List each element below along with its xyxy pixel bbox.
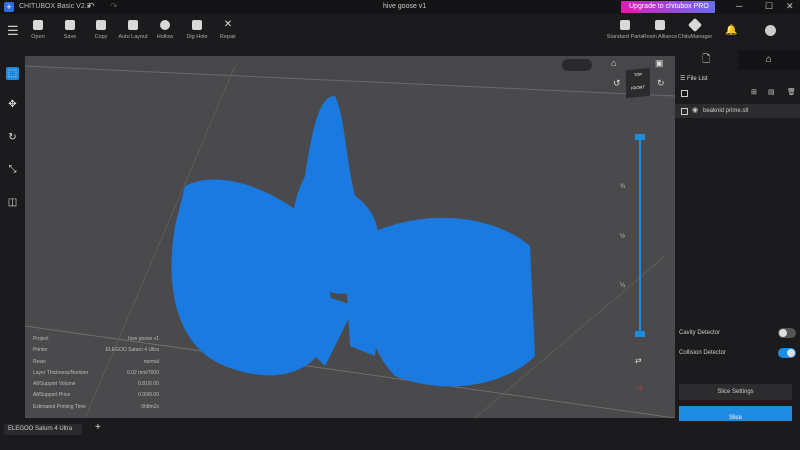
view-cube-top[interactable]: TOP [626, 71, 650, 79]
chitumanager-icon [687, 17, 703, 33]
collision-detector-toggle[interactable] [778, 348, 796, 358]
upgrade-button[interactable]: Upgrade to chitubox PRO [621, 1, 715, 13]
save-file-icon[interactable]: ▤ [768, 88, 775, 96]
home-view-icon[interactable]: ⌂ [611, 58, 616, 68]
tab-supports[interactable]: ⌂ [737, 50, 800, 70]
toolbar: ☰ Open Save Copy Auto Layout Hollow Dig … [0, 14, 800, 49]
parts-icon [620, 20, 630, 30]
file-list-title: File List [687, 76, 708, 82]
move-tool-icon[interactable]: ✥ [6, 98, 19, 111]
info-value: 0.02 mm/7000 [127, 369, 159, 376]
printer-tab[interactable]: ELEGOO Saturn 4 Ultra [4, 424, 82, 435]
eye-icon[interactable]: ◉ [692, 104, 698, 118]
collision-detector-row: Collision Detector [679, 348, 796, 358]
slider-mark: ¾ [620, 184, 626, 190]
tool-label: ChituManager [677, 34, 713, 40]
app-logo-icon: + [4, 2, 14, 12]
info-label: Project [33, 336, 49, 342]
list-icon: ☰ [680, 76, 688, 82]
scale-tool-icon[interactable]: ⤡ [6, 163, 19, 176]
info-label: All/Support Price [33, 392, 71, 399]
file-name: beaknid prime.stl [703, 108, 749, 114]
tool-label: Hollow [156, 34, 174, 40]
view-cube-front[interactable]: FRONT [626, 84, 650, 92]
file-checkbox[interactable] [681, 108, 688, 115]
app-name: CHITUBOX Basic V2.3 [19, 3, 91, 10]
bottom-bar: ELEGOO Saturn 4 Ultra + [0, 421, 800, 450]
cavity-detector-toggle[interactable] [778, 328, 796, 338]
layer-slider-top-handle[interactable] [635, 134, 645, 140]
info-label: Resin [33, 358, 46, 365]
rotate-right-icon[interactable]: ↻ [657, 78, 665, 89]
save-icon [65, 20, 75, 30]
file-icon: 🗋 [702, 54, 711, 65]
perspective-icon[interactable]: ▣ [655, 58, 664, 69]
tool-label: Dig Hole [186, 34, 208, 40]
cube-icon [192, 20, 202, 30]
info-value: 0h8m2s [141, 403, 159, 410]
mirror-tool-icon[interactable]: ◫ [6, 196, 19, 209]
3d-viewport[interactable]: ⌂ ▣ TOP FRONT ↺ ↻ ¾ ½ ¼ ⇄ ⊹ Project hive … [25, 56, 675, 418]
resin-icon [655, 20, 665, 30]
repair-button[interactable]: ✕ Repair [206, 18, 250, 41]
tool-label: Repair [219, 34, 237, 40]
select-all-checkbox[interactable] [681, 90, 688, 97]
title-bar: + CHITUBOX Basic V2.3 ↶ ↷ hive goose v1 … [0, 0, 800, 14]
hollow-icon [160, 20, 170, 30]
rotate-left-icon[interactable]: ↺ [613, 78, 621, 89]
undo-button[interactable]: ↶ [87, 1, 95, 12]
wrench-icon: ✕ [223, 19, 233, 30]
swap-icon[interactable]: ⇄ [635, 356, 642, 365]
minimize-button[interactable]: ─ [736, 1, 742, 11]
info-value: 0.00/0.00 [138, 392, 159, 399]
render-mode-toggle[interactable] [562, 59, 592, 71]
tool-label: Open [31, 34, 45, 40]
tool-label: Save [63, 34, 77, 40]
chitumanager-button[interactable]: ChituManager [673, 17, 717, 40]
info-value: ELEGOO Saturn 4 Ultra [105, 347, 159, 354]
info-label: All/Support Volume [33, 381, 76, 388]
slice-settings-button[interactable]: Slice Settings [679, 384, 792, 400]
info-label: Estimated Printing Time [33, 403, 86, 410]
info-value: hive goose v1 [128, 336, 159, 342]
notification-bell-icon[interactable]: 🔔 [725, 25, 737, 36]
cavity-detector-row: Cavity Detector [679, 328, 796, 338]
info-label: Layer Thickness/Number [33, 369, 89, 376]
file-list-item[interactable]: ◉ beaknid prime.stl [675, 104, 800, 118]
close-button[interactable]: ✕ [786, 1, 794, 12]
folder-icon [33, 20, 43, 30]
delete-icon[interactable]: 🗑 [787, 88, 796, 96]
layout-icon [128, 20, 138, 30]
add-printer-button[interactable]: + [95, 422, 101, 433]
tab-file-list[interactable]: 🗋 [675, 50, 738, 70]
rotate-tool-icon[interactable]: ↻ [6, 131, 19, 144]
layer-slider-bottom-handle[interactable] [635, 331, 645, 337]
info-value: 0.81/0.00 [138, 381, 159, 388]
avatar[interactable] [765, 25, 776, 36]
slider-mark: ¼ [620, 283, 626, 289]
add-file-icon[interactable]: ⊞ [751, 88, 757, 96]
project-info-panel: Project hive goose v1 Printer ELEGOO Satur… [33, 336, 159, 415]
tool-label: Copy [94, 34, 108, 40]
layer-slider-track[interactable] [639, 136, 641, 336]
axis-gizmo-icon: ⊹ [637, 384, 644, 393]
left-toolbar: ⬚ ✥ ↻ ⤡ ◫ [0, 50, 25, 418]
info-value: normal [143, 358, 159, 365]
slider-mark: ½ [620, 234, 626, 240]
view-cube[interactable]: TOP FRONT [626, 67, 650, 99]
cavity-detector-label: Cavity Detector [679, 330, 721, 336]
copy-icon [96, 20, 106, 30]
right-panel: 🗋 ⌂ ☰ File List ⊞ ▤ 🗑 ◉ beaknid prime.st… [675, 50, 800, 431]
collision-detector-label: Collision Detector [679, 350, 727, 356]
support-icon: ⌂ [765, 54, 772, 65]
project-title: hive goose v1 [383, 3, 427, 10]
maximize-button[interactable]: ☐ [765, 1, 773, 12]
redo-button[interactable]: ↷ [110, 1, 118, 12]
select-tool-icon[interactable]: ⬚ [6, 67, 19, 80]
info-label: Printer [33, 347, 48, 354]
